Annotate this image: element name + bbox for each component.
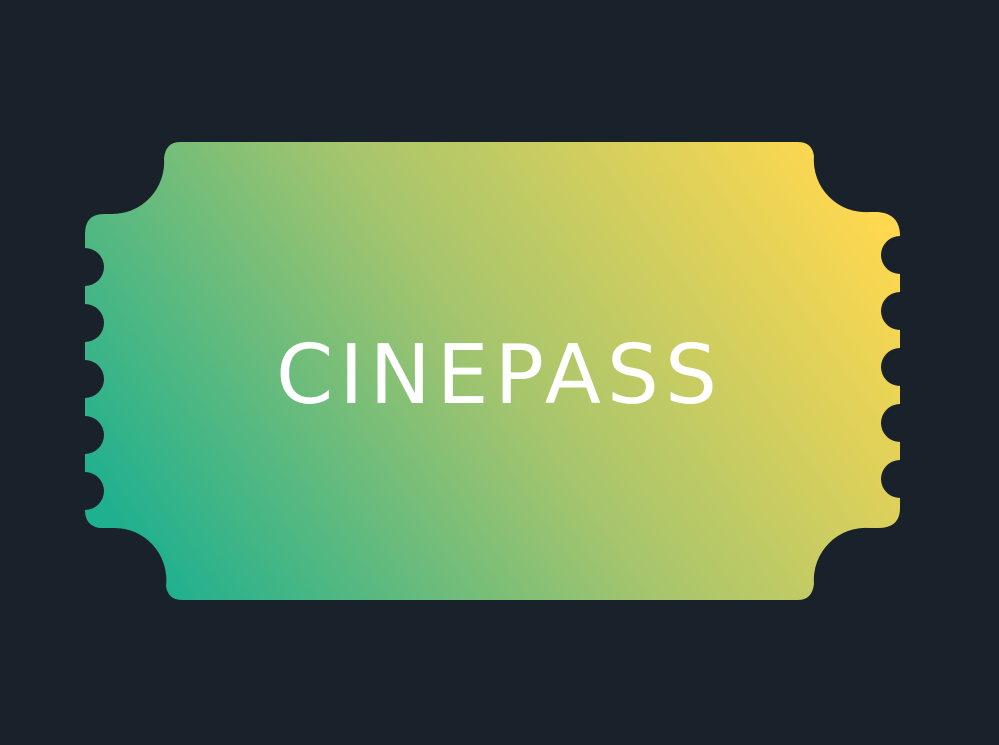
logo-canvas: CINEPASS [0,0,999,745]
logo-wordmark: CINEPASS [276,328,723,423]
